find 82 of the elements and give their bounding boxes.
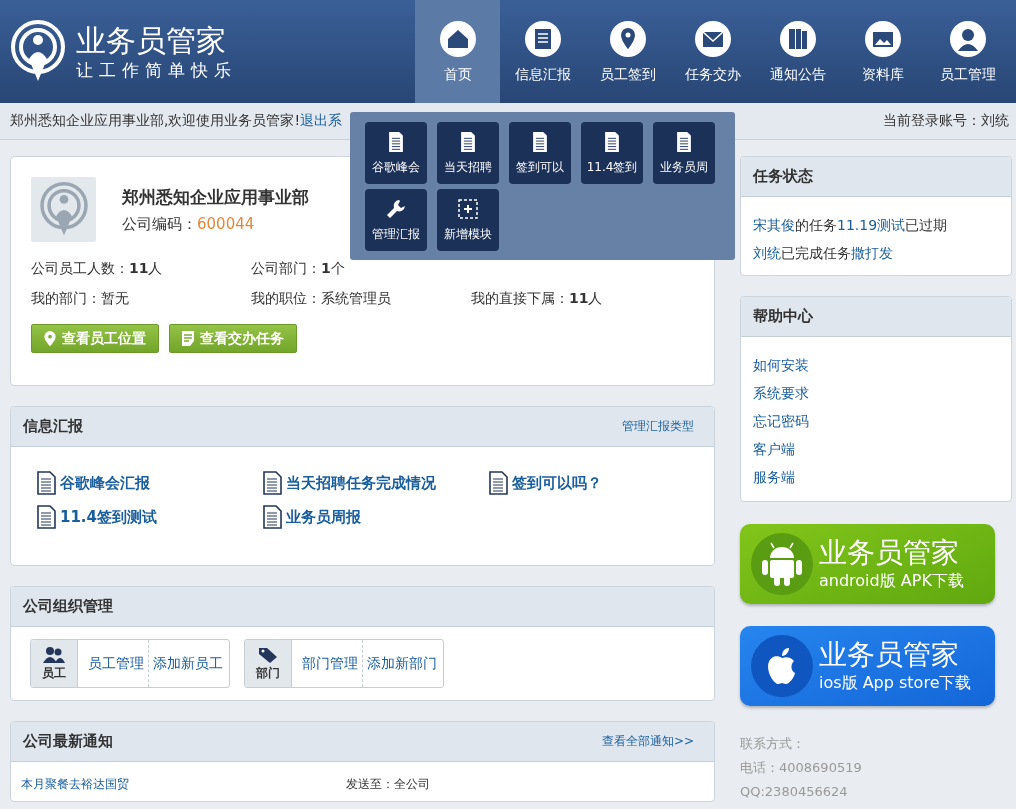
notice-link[interactable]: 本月聚餐去裕达国贸 [21, 777, 129, 791]
people-icon [43, 645, 65, 664]
group-label: 部门 [256, 664, 280, 682]
nav-tab[interactable]: 通知公告 [755, 0, 840, 103]
nav-tab[interactable]: 任务交办 [670, 0, 755, 103]
status-line: 刘统已完成任务撒打发 [753, 244, 894, 263]
code-label: 公司编码： [122, 214, 197, 233]
help-link[interactable]: 服务端 [753, 469, 795, 485]
pin-icon [44, 331, 56, 346]
help-link[interactable]: 如何安装 [753, 357, 809, 373]
nav-tab[interactable]: 员工签到 [585, 0, 670, 103]
company-code: 600044 [197, 214, 255, 233]
menu-tile[interactable]: 新增模块 [437, 189, 499, 251]
app-title: 业务员管家 [76, 22, 227, 59]
org-link[interactable]: 部门管理 [292, 640, 362, 687]
help-link[interactable]: 系统要求 [753, 385, 809, 401]
status-line: 宋其俊的任务11.19测试已过期 [753, 216, 949, 235]
wrench-icon [385, 197, 407, 220]
person-icon [948, 19, 987, 58]
info-text: 我的职位：系统管理员 [251, 290, 392, 308]
panel-title: 帮助中心 [753, 307, 813, 326]
report-link[interactable]: 谷歌峰会汇报 [60, 473, 150, 493]
org-link[interactable]: 添加新部门 [362, 640, 443, 687]
welcome-text: 郑州悉知企业应用事业部,欢迎使用业务员管家! [10, 112, 301, 128]
app-slogan: 让工作简单快乐 [76, 58, 237, 81]
house-icon [438, 19, 477, 58]
document-icon [523, 19, 562, 58]
document-icon [489, 471, 508, 495]
menu-tile[interactable]: 当天招聘 [437, 122, 499, 184]
document-icon [37, 471, 56, 495]
add-icon [457, 197, 479, 220]
org-link[interactable]: 添加新员工 [148, 640, 229, 687]
contact-text: 联系方式： [740, 735, 806, 753]
contact-text: 电话：4008690519 [740, 759, 863, 777]
info-text: 我的部门：暂无 [31, 290, 130, 308]
report-link[interactable]: 业务员周报 [286, 507, 361, 527]
account-text: 当前登录账号：刘统 [883, 112, 1009, 130]
info-text: 公司员工人数：11人 [31, 260, 164, 278]
document-icon [263, 505, 282, 529]
notice-target: 发送至：全公司 [346, 776, 430, 793]
company-name: 郑州悉知企业应用事业部 [122, 185, 309, 209]
group-label: 员工 [42, 664, 66, 682]
panel-title: 公司最新通知 [23, 732, 113, 751]
info-text: 我的直接下属：11人 [471, 290, 604, 308]
menu-tile[interactable]: 签到可以 [509, 122, 571, 184]
panel-title: 公司组织管理 [23, 597, 113, 616]
menu-tile[interactable]: 管理汇报 [365, 189, 427, 251]
status-link[interactable]: 宋其俊 [753, 217, 795, 233]
status-link[interactable]: 11.19测试 [837, 217, 906, 233]
nav-tab[interactable]: 员工管理 [925, 0, 1010, 103]
document-icon [37, 505, 56, 529]
panel-title: 信息汇报 [23, 417, 83, 436]
menu-tile[interactable]: 业务员周 [653, 122, 715, 184]
picture-icon [863, 19, 902, 58]
panel-link[interactable]: 查看全部通知>> [601, 733, 694, 750]
tag-icon [257, 645, 279, 664]
panel-title: 任务状态 [753, 167, 813, 186]
panel-link[interactable]: 管理汇报类型 [622, 418, 694, 435]
menu-tile[interactable]: 11.4签到 [581, 122, 643, 184]
document-icon [182, 331, 194, 346]
report-link[interactable]: 签到可以吗？ [512, 473, 602, 493]
pin-icon [608, 19, 647, 58]
menu-tile[interactable]: 谷歌峰会 [365, 122, 427, 184]
nav-tab[interactable]: 资料库 [840, 0, 925, 103]
help-link[interactable]: 客户端 [753, 441, 795, 457]
download-button[interactable]: 业务员管家 ios版 App store下载 [740, 626, 995, 706]
document-icon [263, 471, 282, 495]
book-icon [778, 19, 817, 58]
report-link[interactable]: 11.4签到测试 [60, 507, 157, 527]
status-link[interactable]: 刘统 [753, 245, 781, 261]
org-link[interactable]: 员工管理 [78, 640, 148, 687]
status-link[interactable]: 撒打发 [851, 245, 893, 261]
report-link[interactable]: 当天招聘任务完成情况 [286, 473, 436, 493]
android-icon [750, 532, 814, 596]
nav-tab[interactable]: 首页 [415, 0, 500, 103]
contact-text: QQ:2380456624 [740, 783, 849, 801]
info-text: 公司部门：1个 [251, 260, 346, 278]
help-link[interactable]: 忘记密码 [753, 413, 809, 429]
nav-tab[interactable]: 信息汇报 [500, 0, 585, 103]
apple-icon [750, 634, 814, 698]
envelope-icon [693, 19, 732, 58]
logout-link[interactable]: 退出系 [300, 112, 343, 128]
